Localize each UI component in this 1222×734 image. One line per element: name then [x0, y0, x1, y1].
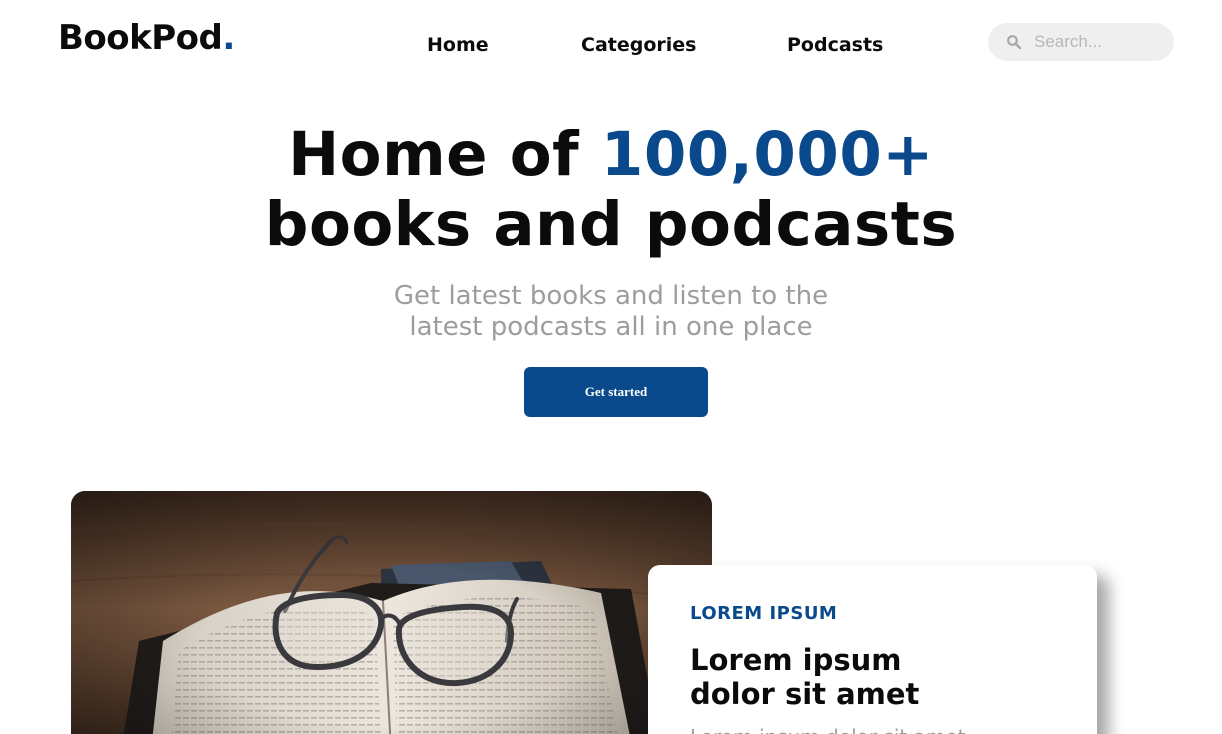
open-book-glasses-illustration — [71, 491, 712, 734]
feature-image — [71, 491, 712, 734]
hero-title: Home of 100,000+ books and podcasts — [0, 120, 1222, 260]
search-icon — [1007, 35, 1022, 50]
hero-title-line2: books and podcasts — [264, 189, 958, 260]
search-input[interactable] — [1034, 32, 1164, 52]
nav-podcasts[interactable]: Podcasts — [787, 34, 883, 56]
search-box[interactable] — [988, 23, 1174, 61]
card-title: Lorem ipsum dolor sit amet — [690, 643, 1055, 711]
logo-dot: . — [222, 18, 235, 58]
feature-card: LOREM IPSUM Lorem ipsum dolor sit amet L… — [648, 565, 1097, 734]
hero-subtitle: Get latest books and listen to the lates… — [0, 281, 1222, 343]
brand-logo[interactable]: BookPod. — [58, 18, 235, 58]
nav-categories[interactable]: Categories — [581, 34, 696, 56]
card-eyebrow: LOREM IPSUM — [690, 603, 838, 624]
card-title-line1: Lorem ipsum — [690, 643, 902, 677]
hero-title-accent: 100,000+ — [600, 119, 934, 190]
nav-home[interactable]: Home — [427, 34, 489, 56]
card-body: Lorem ipsum dolor sit amet — [690, 725, 1055, 734]
hero-subtitle-line2: latest podcasts all in one place — [409, 312, 813, 342]
logo-text: BookPod — [58, 18, 223, 58]
hero-title-prefix: Home of — [288, 119, 601, 190]
get-started-button[interactable]: Get started — [524, 367, 708, 417]
card-title-line2: dolor sit amet — [690, 677, 920, 711]
hero-subtitle-line1: Get latest books and listen to the — [393, 281, 829, 311]
